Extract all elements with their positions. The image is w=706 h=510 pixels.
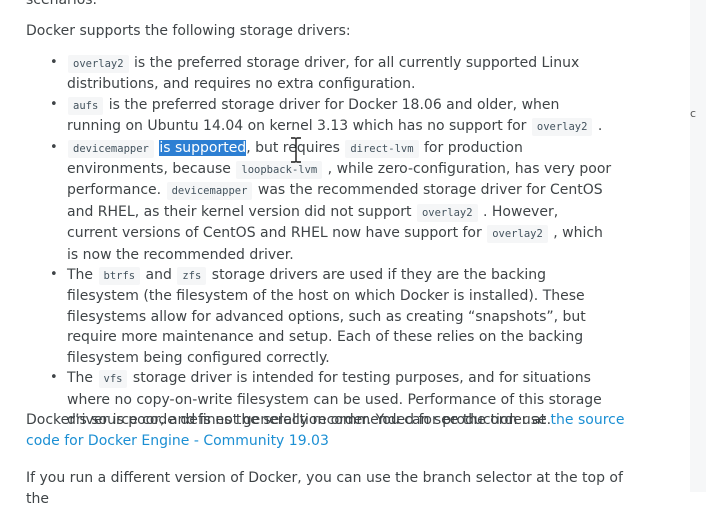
list-item-overlay2: overlay2 is the preferred storage driver… [0,53,612,95]
list-item-text: is the preferred storage driver, for all… [67,55,580,93]
list-item-text: . [593,118,603,135]
inline-code: loopback-lvm [236,161,323,180]
inline-code: aufs [68,96,104,115]
list-item-text: The [67,267,98,284]
inline-code: direct-lvm [345,139,419,158]
inline-code: devicemapper [68,139,154,158]
intro-paragraph: Docker supports the following storage dr… [26,23,351,39]
storage-driver-list: overlay2 is the preferred storage driver… [0,53,640,430]
branch-selector-paragraph: If you run a different version of Docker… [26,470,623,507]
inline-code: vfs [98,370,128,389]
inline-code: zfs [177,267,207,286]
inline-code: devicemapper [166,182,253,201]
list-item-text: is the preferred storage driver for Dock… [67,96,560,135]
text-cursor-icon [291,137,301,163]
list-item-devicemapper: devicemapper is supported, but requires … [0,138,612,265]
sidebar-text-fragment: c [690,107,697,120]
inline-code: overlay2 [487,225,548,244]
right-sidebar: c [690,0,706,492]
list-item-text: The [67,370,98,387]
list-item-btrfs-zfs: The btrfs and zfs storage drivers are us… [0,265,612,368]
inline-code: overlay2 [416,203,478,222]
inline-code: btrfs [98,267,141,286]
previous-paragraph-fragment: scenarios. [26,0,98,8]
paragraph-text: Docker’s source code defines the selecti… [26,412,551,428]
selection-order-paragraph: Docker’s source code defines the selecti… [26,410,626,452]
list-item-text: and [141,267,177,284]
docs-content: scenarios. Docker supports the following… [0,0,690,507]
list-item-aufs: aufs is the preferred storage driver for… [0,95,612,138]
selected-text[interactable]: is supported [159,139,247,156]
inline-code: overlay2 [68,55,129,73]
inline-code: overlay2 [531,118,593,137]
